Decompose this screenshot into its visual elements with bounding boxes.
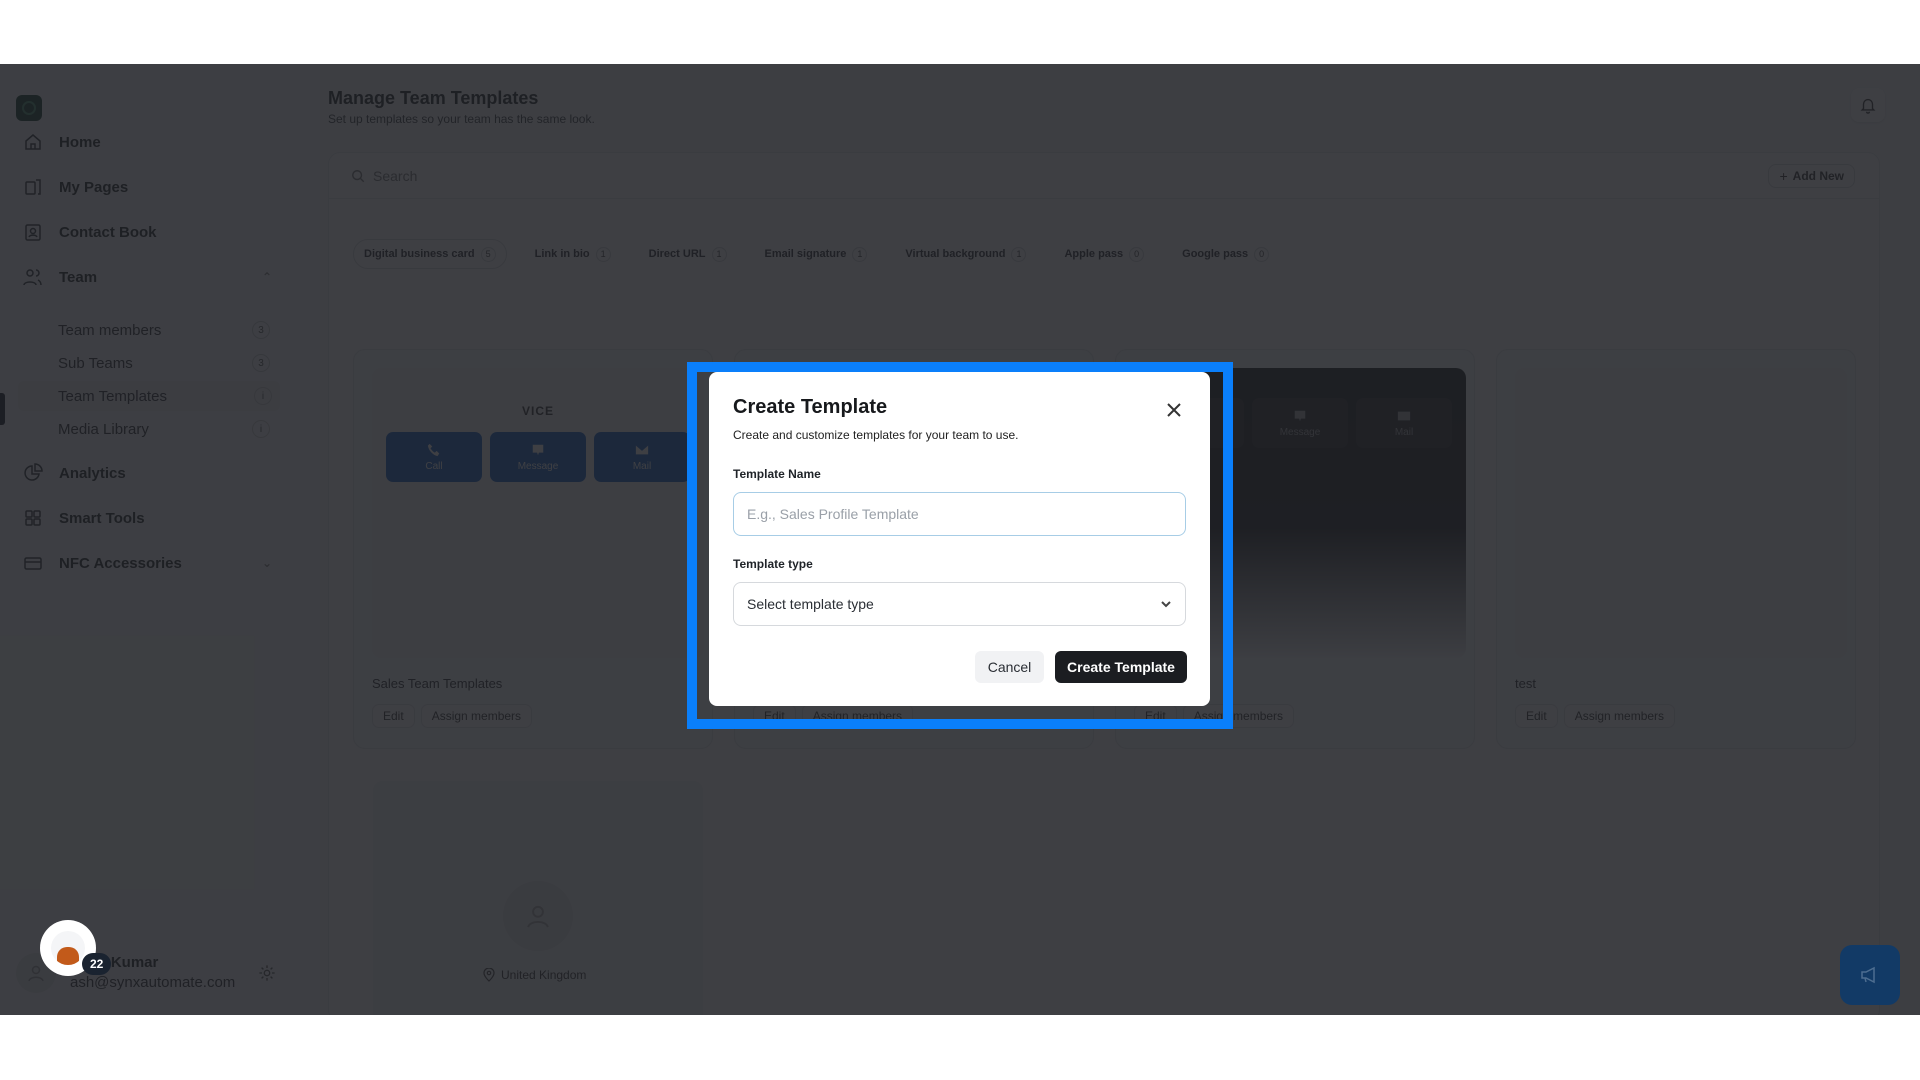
- top-margin: [0, 0, 1920, 64]
- create-template-dialog: Create Template Create and customize tem…: [709, 372, 1210, 706]
- dialog-description: Create and customize templates for your …: [733, 428, 1019, 442]
- close-button[interactable]: [1164, 400, 1184, 420]
- user-photo: [51, 931, 85, 965]
- chevron-down-icon: [1161, 601, 1171, 608]
- template-type-label: Template type: [733, 557, 813, 571]
- template-name-label: Template Name: [733, 467, 821, 481]
- cancel-button[interactable]: Cancel: [975, 651, 1044, 683]
- megaphone-icon: [1861, 966, 1875, 984]
- dialog-title: Create Template: [733, 396, 888, 418]
- bottom-margin: [0, 1015, 1920, 1080]
- template-type-select[interactable]: Select template type: [733, 582, 1186, 626]
- announcements-button[interactable]: [1840, 945, 1900, 1005]
- presence-count-badge: 22: [82, 953, 112, 975]
- create-template-button[interactable]: Create Template: [1055, 651, 1187, 683]
- template-name-input[interactable]: [733, 492, 1186, 536]
- close-icon: [1167, 403, 1181, 417]
- select-value: Select template type: [747, 596, 874, 612]
